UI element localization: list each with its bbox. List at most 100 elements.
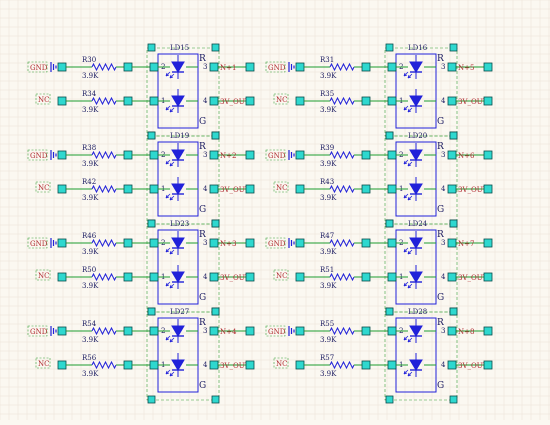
led-pad-right[interactable]: [209, 272, 219, 282]
led-pad-right[interactable]: [209, 150, 219, 160]
resistor-pad-left[interactable]: [295, 326, 305, 336]
net-end-pad[interactable]: [245, 360, 255, 370]
led-pad-left[interactable]: [149, 62, 159, 72]
led-pad-left[interactable]: [387, 360, 397, 370]
corner-pad[interactable]: [147, 307, 156, 316]
led-pad-left[interactable]: [149, 326, 159, 336]
led-pad-left[interactable]: [149, 150, 159, 160]
resistor-pad-right[interactable]: [361, 96, 371, 106]
led-pad-left[interactable]: [387, 184, 397, 194]
led-pad-left[interactable]: [149, 238, 159, 248]
resistor-pad-right[interactable]: [123, 272, 133, 282]
resistor-pad-right[interactable]: [123, 150, 133, 160]
net-end-pad[interactable]: [245, 62, 255, 72]
corner-pad[interactable]: [211, 395, 220, 404]
resistor-pad-right[interactable]: [361, 360, 371, 370]
resistor-pad-right[interactable]: [123, 360, 133, 370]
resistor-pad-right[interactable]: [361, 326, 371, 336]
resistor-pad-right[interactable]: [123, 238, 133, 248]
net-end-pad[interactable]: [483, 150, 493, 160]
resistor-pad-left[interactable]: [57, 96, 67, 106]
resistor-pad-left[interactable]: [295, 62, 305, 72]
led-pad-right[interactable]: [209, 96, 219, 106]
net-end-pad[interactable]: [483, 272, 493, 282]
led-pad-right[interactable]: [209, 184, 219, 194]
corner-pad[interactable]: [147, 219, 156, 228]
led-pad-right[interactable]: [209, 238, 219, 248]
corner-pad[interactable]: [211, 43, 220, 52]
led-pad-left[interactable]: [387, 238, 397, 248]
led-pad-right[interactable]: [447, 360, 457, 370]
led-pad-right[interactable]: [447, 150, 457, 160]
corner-pad[interactable]: [147, 43, 156, 52]
led-pad-right[interactable]: [209, 360, 219, 370]
resistor-pad-left[interactable]: [57, 272, 67, 282]
led-pad-right[interactable]: [447, 238, 457, 248]
resistor-pad-right[interactable]: [123, 62, 133, 72]
resistor-pad-right[interactable]: [361, 272, 371, 282]
led-pad-right[interactable]: [209, 62, 219, 72]
corner-pad[interactable]: [385, 219, 394, 228]
net-end-pad[interactable]: [483, 326, 493, 336]
resistor-pad-left[interactable]: [57, 150, 67, 160]
resistor-pad-left[interactable]: [295, 360, 305, 370]
net-end-pad[interactable]: [245, 238, 255, 248]
net-end-pad[interactable]: [483, 62, 493, 72]
schematic-canvas[interactable]: LD15 GND R30 3.9K 2 3 N+1 NC R34 3.9K 1 4 3V_OUT R G LD…: [0, 0, 550, 420]
resistor-pad-right[interactable]: [361, 62, 371, 72]
led-pad-left[interactable]: [149, 272, 159, 282]
net-end-pad[interactable]: [483, 238, 493, 248]
corner-pad[interactable]: [211, 307, 220, 316]
resistor-pad-left[interactable]: [295, 184, 305, 194]
resistor-pad-right[interactable]: [361, 150, 371, 160]
corner-pad[interactable]: [211, 131, 220, 140]
corner-pad[interactable]: [449, 131, 458, 140]
resistor-pad-left[interactable]: [57, 326, 67, 336]
resistor-pad-left[interactable]: [295, 272, 305, 282]
net-end-pad[interactable]: [483, 360, 493, 370]
resistor-pad-right[interactable]: [123, 184, 133, 194]
resistor-pad-right[interactable]: [361, 238, 371, 248]
corner-pad[interactable]: [385, 395, 394, 404]
led-pad-left[interactable]: [149, 184, 159, 194]
led-pad-right[interactable]: [447, 62, 457, 72]
led-pad-right[interactable]: [447, 96, 457, 106]
net-end-pad[interactable]: [483, 96, 493, 106]
resistor-pad-left[interactable]: [57, 360, 67, 370]
corner-pad[interactable]: [147, 395, 156, 404]
resistor-pad-left[interactable]: [295, 238, 305, 248]
corner-pad[interactable]: [449, 307, 458, 316]
led-pad-right[interactable]: [447, 326, 457, 336]
net-end-pad[interactable]: [245, 150, 255, 160]
resistor-pad-right[interactable]: [123, 326, 133, 336]
corner-pad[interactable]: [449, 219, 458, 228]
corner-pad[interactable]: [449, 395, 458, 404]
corner-pad[interactable]: [385, 307, 394, 316]
led-pad-left[interactable]: [387, 326, 397, 336]
resistor-pad-right[interactable]: [361, 184, 371, 194]
resistor-pad-left[interactable]: [295, 150, 305, 160]
led-pad-left[interactable]: [387, 96, 397, 106]
resistor-pad-left[interactable]: [295, 96, 305, 106]
corner-pad[interactable]: [147, 131, 156, 140]
led-pad-right[interactable]: [209, 326, 219, 336]
led-pad-left[interactable]: [387, 150, 397, 160]
net-end-pad[interactable]: [245, 272, 255, 282]
led-pad-right[interactable]: [447, 184, 457, 194]
net-end-pad[interactable]: [245, 326, 255, 336]
resistor-pad-left[interactable]: [57, 62, 67, 72]
corner-pad[interactable]: [385, 131, 394, 140]
resistor-pad-left[interactable]: [57, 184, 67, 194]
net-end-pad[interactable]: [245, 184, 255, 194]
corner-pad[interactable]: [211, 219, 220, 228]
resistor-pad-left[interactable]: [57, 238, 67, 248]
net-end-pad[interactable]: [245, 96, 255, 106]
corner-pad[interactable]: [385, 43, 394, 52]
led-pad-left[interactable]: [149, 96, 159, 106]
resistor-pad-right[interactable]: [123, 96, 133, 106]
net-end-pad[interactable]: [483, 184, 493, 194]
led-pad-right[interactable]: [447, 272, 457, 282]
corner-pad[interactable]: [449, 43, 458, 52]
led-pad-left[interactable]: [387, 272, 397, 282]
led-pad-left[interactable]: [387, 62, 397, 72]
